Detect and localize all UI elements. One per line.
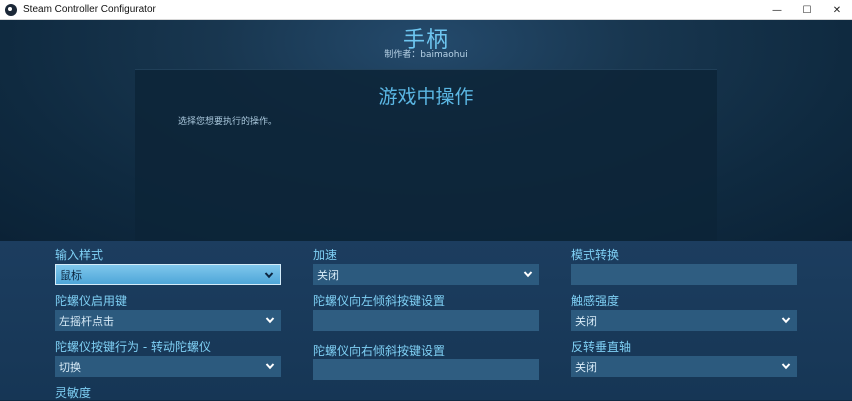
title-bar: Steam Controller Configurator — ☐ ✕: [0, 0, 852, 20]
controller-preview-area: 手柄 制作者：baimaohui 游戏中操作 选择您想要执行的操作。: [0, 20, 852, 241]
haptic-intensity-dropdown[interactable]: 关闭: [571, 310, 797, 331]
maximize-button[interactable]: ☐: [792, 0, 822, 20]
haptic-intensity-label: 触感强度: [571, 294, 620, 308]
acceleration-dropdown[interactable]: 关闭: [313, 264, 539, 285]
chevron-down-icon: [265, 317, 275, 324]
invert-vertical-value: 关闭: [575, 360, 597, 374]
chevron-down-icon: [264, 272, 274, 279]
panel-title: 游戏中操作: [378, 86, 474, 108]
gyro-tilt-right-binding[interactable]: [313, 359, 539, 380]
chevron-down-icon: [781, 317, 791, 324]
gyro-enable-label: 陀螺仪启用键: [55, 294, 128, 308]
input-style-label: 输入样式: [55, 248, 104, 262]
window-title: Steam Controller Configurator: [23, 4, 156, 15]
acceleration-value: 关闭: [317, 268, 339, 282]
input-style-value: 鼠标: [60, 268, 82, 282]
gyro-button-behavior-label: 陀螺仪按键行为 - 转动陀螺仪: [55, 340, 211, 354]
gyro-button-behavior-dropdown[interactable]: 切换: [55, 356, 281, 377]
invert-vertical-label: 反转垂直轴: [571, 340, 632, 354]
action-panel: 游戏中操作 选择您想要执行的操作。: [135, 69, 717, 241]
gyro-tilt-left-binding[interactable]: [313, 310, 539, 331]
minimize-button[interactable]: —: [762, 0, 792, 20]
window-controls: — ☐ ✕: [762, 0, 852, 20]
author-name: baimaohui: [420, 50, 468, 60]
chevron-down-icon: [523, 271, 533, 278]
chevron-down-icon: [265, 363, 275, 370]
invert-vertical-dropdown[interactable]: 关闭: [571, 356, 797, 377]
close-button[interactable]: ✕: [822, 0, 852, 20]
panel-subtitle: 选择您想要执行的操作。: [178, 117, 278, 127]
sensitivity-label: 灵敏度: [55, 386, 92, 400]
mode-shift-label: 模式转换: [571, 248, 620, 262]
steam-icon: [5, 3, 17, 16]
haptic-intensity-value: 关闭: [575, 314, 597, 328]
input-style-dropdown[interactable]: 鼠标: [55, 264, 281, 285]
author-line: 制作者：baimaohui: [0, 47, 852, 60]
mode-shift-binding[interactable]: [571, 264, 797, 285]
settings-area: 输入样式 鼠标 陀螺仪启用键 左摇杆点击 陀螺仪按键行为 - 转动陀螺仪 切换 …: [0, 241, 852, 400]
gyro-button-behavior-value: 切换: [59, 360, 81, 374]
author-label: 制作者：: [384, 50, 421, 60]
gyro-enable-dropdown[interactable]: 左摇杆点击: [55, 310, 281, 331]
gyro-enable-value: 左摇杆点击: [59, 314, 114, 328]
gyro-tilt-right-label: 陀螺仪向右倾斜按键设置: [313, 344, 446, 358]
acceleration-label: 加速: [313, 248, 338, 262]
chevron-down-icon: [781, 363, 791, 370]
gyro-tilt-left-label: 陀螺仪向左倾斜按键设置: [313, 294, 446, 308]
